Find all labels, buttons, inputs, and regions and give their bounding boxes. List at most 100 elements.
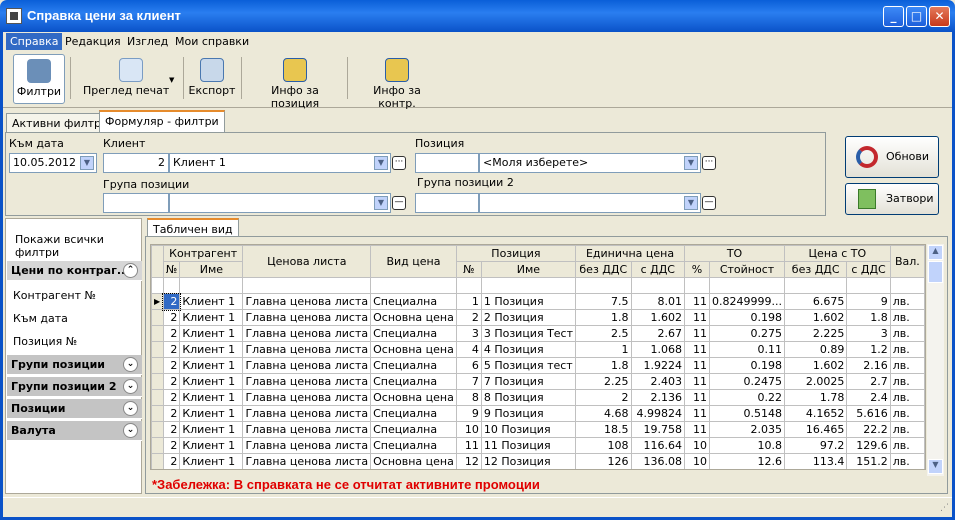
table-cell[interactable]: 126 <box>575 453 632 469</box>
row-indicator[interactable] <box>151 325 164 342</box>
table-cell[interactable]: лв. <box>889 357 925 374</box>
table-cell[interactable]: 2 <box>162 389 181 406</box>
table-cell[interactable]: 4.68 <box>575 405 632 422</box>
table-cell[interactable]: 1.8 <box>575 309 632 326</box>
table-cell[interactable]: 6.675 <box>783 293 848 310</box>
table-cell[interactable]: 11 <box>684 405 711 422</box>
table-cell[interactable]: 7 <box>455 373 482 390</box>
ellipsis-icon[interactable]: ··· <box>702 156 716 170</box>
row-indicator[interactable] <box>151 309 164 326</box>
table-cell[interactable]: лв. <box>889 293 925 310</box>
col-counterparty[interactable]: Контрагент <box>162 245 244 262</box>
group-counterparty-prices[interactable]: Цени по контраг... ⌃ <box>7 261 142 281</box>
table-row[interactable]: 2 Клиент 1 Главна ценова листа Специална 11 1… <box>151 437 925 454</box>
clear-icon[interactable]: — <box>392 196 406 210</box>
table-cell[interactable]: 4.99824 <box>630 405 686 422</box>
table-cell[interactable]: 1.8 <box>846 309 891 326</box>
table-cell[interactable]: 1.068 <box>630 341 686 358</box>
table-cell[interactable]: лв. <box>889 405 925 422</box>
table-cell[interactable]: 8 Позиция <box>480 389 577 406</box>
table-cell[interactable]: 2 <box>162 341 181 358</box>
col-price-to-with-vat[interactable]: с ДДС <box>846 261 891 278</box>
table-cell[interactable]: 10.8 <box>709 437 785 454</box>
filter-item-to-date[interactable]: Към дата <box>13 312 68 325</box>
menu-report[interactable]: Справка <box>6 33 63 50</box>
table-cell[interactable]: 10 <box>684 437 711 454</box>
table-cell[interactable]: 0.198 <box>709 357 785 374</box>
table-cell[interactable]: 11 <box>684 373 711 390</box>
filter-item-position-no[interactable]: Позиция № <box>13 335 77 348</box>
table-cell[interactable]: 11 <box>684 389 711 406</box>
table-cell[interactable]: Главна ценова листа <box>242 373 372 390</box>
table-cell[interactable]: 11 <box>684 325 711 342</box>
export-button[interactable]: Експорт <box>187 54 237 104</box>
position-group-id-field[interactable] <box>103 193 169 213</box>
row-indicator[interactable] <box>151 453 164 469</box>
table-cell[interactable]: 2 <box>162 309 181 326</box>
table-cell[interactable]: 116.64 <box>630 437 686 454</box>
filter-row[interactable] <box>151 277 925 294</box>
table-cell[interactable]: Главна ценова листа <box>242 309 372 326</box>
table-cell[interactable]: 3 <box>846 325 891 342</box>
tab-table-view[interactable]: Табличен вид <box>147 218 239 238</box>
table-cell[interactable]: 2 <box>162 405 181 422</box>
table-cell[interactable]: Главна ценова листа <box>242 341 372 358</box>
table-cell[interactable]: 0.8249999... <box>709 293 785 310</box>
table-cell[interactable]: Основна цена <box>370 389 457 406</box>
tab-form-filters[interactable]: Формуляр - филтри <box>99 110 225 133</box>
table-row[interactable]: 2 Клиент 1 Главна ценова листа Специална 7 7 … <box>151 373 925 390</box>
chevron-down-icon[interactable]: ▼ <box>684 156 698 170</box>
table-row[interactable]: 2 Клиент 1 Главна ценова листа Основна цена… <box>151 309 925 326</box>
table-cell[interactable]: Клиент 1 <box>179 373 244 390</box>
table-cell[interactable]: 10 Позиция <box>480 421 577 438</box>
table-cell[interactable]: Главна ценова листа <box>242 389 372 406</box>
table-cell[interactable]: 7.5 <box>575 293 632 310</box>
table-row[interactable]: 2 Клиент 1 Главна ценова листа Специална 6 5 … <box>151 357 925 374</box>
table-cell[interactable]: 1 <box>575 341 632 358</box>
table-cell[interactable]: 12.6 <box>709 453 785 469</box>
table-cell[interactable]: Главна ценова листа <box>242 453 372 469</box>
table-cell[interactable]: 2.403 <box>630 373 686 390</box>
group-position-groups[interactable]: Групи позиции ⌄ <box>7 355 142 375</box>
table-row[interactable]: 2 Клиент 1 Главна ценова листа Основна цена… <box>151 389 925 406</box>
table-cell[interactable]: 0.2475 <box>709 373 785 390</box>
col-price-to[interactable]: Цена с ТО <box>784 245 891 262</box>
table-cell[interactable]: Клиент 1 <box>179 389 244 406</box>
table-cell[interactable]: Основна цена <box>370 453 457 469</box>
table-cell[interactable]: 2.136 <box>630 389 686 406</box>
refresh-button[interactable]: Обнови <box>845 136 939 178</box>
maximize-button[interactable]: □ <box>906 6 927 27</box>
table-cell[interactable]: лв. <box>889 437 925 454</box>
table-cell[interactable]: 10 <box>684 453 711 469</box>
table-cell[interactable]: 2.0025 <box>783 373 848 390</box>
table-cell[interactable]: 2 <box>162 292 181 311</box>
table-cell[interactable]: 19.758 <box>630 421 686 438</box>
col-to-value[interactable]: Стойност <box>709 261 785 278</box>
print-preview-button[interactable]: Преглед печат ▼ <box>81 54 181 104</box>
table-cell[interactable]: 2 <box>162 357 181 374</box>
chevron-up-icon[interactable]: ⌃ <box>123 263 138 278</box>
table-cell[interactable]: 1.602 <box>630 309 686 326</box>
row-indicator[interactable] <box>151 373 164 390</box>
client-select[interactable]: Клиент 1 ▼ <box>169 153 391 173</box>
chevron-down-icon[interactable]: ▼ <box>80 156 94 170</box>
table-cell[interactable]: 2 <box>162 421 181 438</box>
close-window-button[interactable]: ✕ <box>929 6 950 27</box>
table-cell[interactable]: Клиент 1 <box>179 293 244 310</box>
table-cell[interactable]: Главна ценова листа <box>242 437 372 454</box>
table-cell[interactable]: 11 <box>684 421 711 438</box>
menu-edit[interactable]: Редакция <box>61 33 125 50</box>
scroll-thumb[interactable] <box>928 261 943 283</box>
table-cell[interactable]: 12 <box>455 453 482 469</box>
table-cell[interactable]: 2 <box>575 389 632 406</box>
table-cell[interactable]: 0.89 <box>783 341 848 358</box>
table-cell[interactable]: Клиент 1 <box>179 341 244 358</box>
table-cell[interactable]: Главна ценова листа <box>242 357 372 374</box>
table-cell[interactable]: 2 <box>162 437 181 454</box>
table-cell[interactable]: Специална <box>370 437 457 454</box>
scroll-down-icon[interactable]: ▼ <box>928 459 943 474</box>
table-cell[interactable]: Специална <box>370 373 457 390</box>
table-cell[interactable]: Клиент 1 <box>179 405 244 422</box>
row-indicator[interactable] <box>151 437 164 454</box>
table-cell[interactable]: лв. <box>889 373 925 390</box>
